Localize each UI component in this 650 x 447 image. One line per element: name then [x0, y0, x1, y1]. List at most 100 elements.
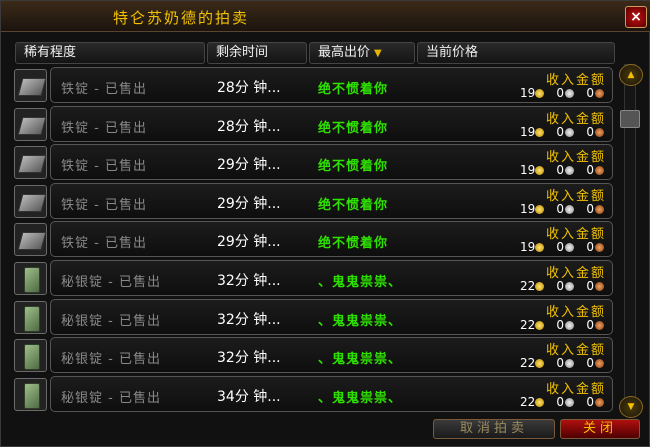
time-left: 32分 钟...	[217, 273, 281, 289]
auction-row[interactable]: 秘银锭 - 已售出 32分 钟... 、鬼鬼祟祟、 收入金额 22 0 0	[12, 260, 613, 296]
item-slot[interactable]	[14, 146, 47, 180]
item-slot[interactable]	[14, 107, 47, 141]
silver-coin-icon	[565, 282, 574, 291]
item-slot[interactable]	[14, 223, 47, 257]
header-rarity-label: 稀有程度	[24, 45, 77, 60]
auction-row[interactable]: 铁锭 - 已售出 28分 钟... 绝不惯着你 收入金额 19 0 0	[12, 105, 613, 142]
gold-amount: 19	[520, 86, 536, 100]
sort-arrow-icon: ▼	[374, 48, 382, 59]
item-name: 秘银锭 - 已售出	[61, 313, 161, 329]
auction-row[interactable]: 铁锭 - 已售出 29分 钟... 绝不惯着你 收入金额 19 0 0	[12, 221, 613, 258]
copper-amount: 0	[586, 356, 594, 371]
copper-coin-icon	[595, 127, 604, 137]
auction-row[interactable]: 铁锭 - 已售出 28分 钟... 绝不惯着你 收入金额 19 0 0	[12, 67, 613, 103]
silver-coin-icon	[565, 89, 574, 98]
copper-coin-icon	[595, 320, 604, 330]
row-body[interactable]: 秘银锭 - 已售出 34分 钟... 、鬼鬼祟祟、 收入金额 22 0 0	[50, 375, 613, 412]
time-left: 29分 钟...	[217, 234, 281, 251]
cancel-auction-button[interactable]: 取消拍卖	[433, 419, 555, 439]
silver-amount: 0	[556, 240, 564, 255]
header-highest-bid-label: 最高出价	[318, 45, 371, 60]
highest-bidder: 、鬼鬼祟祟、	[318, 275, 403, 290]
scroll-down-icon[interactable]: ▼	[619, 396, 643, 418]
silver-coin-icon	[565, 204, 574, 214]
gold-coin-icon	[535, 359, 544, 369]
auction-row[interactable]: 秘银锭 - 已售出 32分 钟... 、鬼鬼祟祟、 收入金额 22 0 0	[12, 337, 613, 374]
highest-bidder: 绝不惯着你	[318, 120, 389, 136]
item-slot[interactable]	[14, 377, 47, 411]
item-slot[interactable]	[14, 262, 47, 295]
copper-coin-icon	[595, 166, 604, 176]
item-name: 秘银锭 - 已售出	[61, 352, 161, 368]
item-name: 秘银锭 - 已售出	[61, 390, 161, 406]
income-amount: 22 0 0	[520, 356, 606, 370]
copper-amount: 0	[586, 279, 594, 293]
gold-amount: 19	[520, 201, 536, 216]
auction-row[interactable]: 铁锭 - 已售出 29分 钟... 绝不惯着你 收入金额 19 0 0	[12, 182, 613, 219]
header-rarity[interactable]: 稀有程度	[15, 42, 205, 64]
header-time-left-label: 剩余时间	[216, 45, 269, 60]
highest-bidder: 、鬼鬼祟祟、	[318, 352, 403, 368]
row-body[interactable]: 秘银锭 - 已售出 32分 钟... 、鬼鬼祟祟、 收入金额 22 0 0	[50, 298, 613, 335]
item-slot[interactable]	[14, 300, 47, 334]
copper-amount: 0	[586, 394, 594, 409]
copper-coin-icon	[595, 359, 604, 369]
scroll-up-icon[interactable]: ▲	[619, 64, 643, 86]
income-amount: 22 0 0	[520, 279, 606, 293]
auction-row[interactable]: 秘银锭 - 已售出 32分 钟... 、鬼鬼祟祟、 收入金额 22 0 0	[12, 298, 613, 335]
silver-amount: 0	[556, 317, 564, 332]
silver-amount: 0	[556, 201, 564, 216]
time-left: 28分 钟...	[217, 80, 281, 96]
highest-bidder: 、鬼鬼祟祟、	[318, 313, 403, 329]
item-slot[interactable]	[14, 69, 47, 102]
gold-coin-icon	[535, 204, 544, 214]
row-body[interactable]: 秘银锭 - 已售出 32分 钟... 、鬼鬼祟祟、 收入金额 22 0 0	[50, 260, 613, 296]
close-button[interactable]: 关闭	[560, 419, 640, 439]
silver-coin-icon	[565, 359, 574, 369]
gold-amount: 22	[520, 394, 536, 409]
gold-amount: 19	[520, 124, 536, 139]
row-body[interactable]: 铁锭 - 已售出 29分 钟... 绝不惯着你 收入金额 19 0 0	[50, 144, 613, 181]
silver-coin-icon	[565, 166, 574, 176]
silver-amount: 0	[556, 279, 564, 293]
silver-coin-icon	[565, 243, 574, 253]
item-slot[interactable]	[14, 339, 47, 373]
silver-amount: 0	[556, 124, 564, 139]
copper-coin-icon	[595, 397, 604, 407]
row-body[interactable]: 秘银锭 - 已售出 32分 钟... 、鬼鬼祟祟、 收入金额 22 0 0	[50, 337, 613, 374]
copper-amount: 0	[586, 201, 594, 216]
item-name: 秘银锭 - 已售出	[61, 275, 161, 290]
window-title: 特仑苏奶德的拍卖	[113, 9, 250, 27]
row-body[interactable]: 铁锭 - 已售出 28分 钟... 绝不惯着你 收入金额 19 0 0	[50, 105, 613, 142]
iron-ingot-icon	[17, 116, 47, 135]
mithril-ingot-icon	[24, 344, 40, 371]
item-slot[interactable]	[14, 184, 47, 218]
copper-coin-icon	[595, 204, 604, 214]
gold-coin-icon	[535, 166, 544, 176]
mithril-ingot-icon	[24, 305, 40, 332]
gold-coin-icon	[535, 127, 544, 137]
gold-coin-icon	[535, 282, 544, 291]
header-highest-bid[interactable]: 最高出价 ▼	[309, 42, 415, 64]
row-body[interactable]: 铁锭 - 已售出 29分 钟... 绝不惯着你 收入金额 19 0 0	[50, 182, 613, 219]
gold-amount: 19	[520, 240, 536, 255]
copper-coin-icon	[595, 243, 604, 253]
close-icon[interactable]: ×	[625, 6, 647, 28]
gold-coin-icon	[535, 243, 544, 253]
row-body[interactable]: 铁锭 - 已售出 29分 钟... 绝不惯着你 收入金额 19 0 0	[50, 221, 613, 258]
copper-coin-icon	[595, 89, 604, 98]
auction-row[interactable]: 秘银锭 - 已售出 34分 钟... 、鬼鬼祟祟、 收入金额 22 0 0	[12, 375, 613, 412]
gold-amount: 22	[520, 356, 536, 371]
time-left: 32分 钟...	[217, 350, 281, 367]
copper-amount: 0	[586, 240, 594, 255]
header-time-left[interactable]: 剩余时间	[207, 42, 307, 64]
income-amount: 19 0 0	[520, 163, 606, 177]
time-left: 28分 钟...	[217, 118, 281, 135]
row-body[interactable]: 铁锭 - 已售出 28分 钟... 绝不惯着你 收入金额 19 0 0	[50, 67, 613, 103]
auction-row[interactable]: 铁锭 - 已售出 29分 钟... 绝不惯着你 收入金额 19 0 0	[12, 144, 613, 181]
scrollbar[interactable]: ▲ ▼	[618, 64, 643, 418]
item-name: 铁锭 - 已售出	[61, 120, 147, 136]
header-current-price[interactable]: 当前价格	[417, 42, 615, 64]
income-amount: 19 0 0	[520, 125, 606, 139]
scrollbar-thumb[interactable]	[620, 110, 640, 128]
